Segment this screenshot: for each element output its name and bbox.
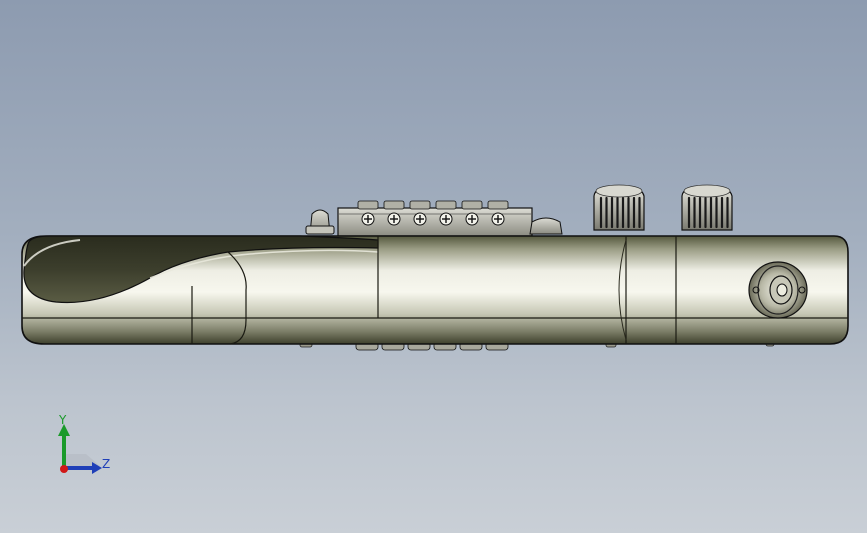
guitar-body[interactable]: [21, 235, 849, 345]
bridge-post-right: [529, 217, 563, 235]
z-axis-label: Z: [102, 457, 111, 471]
orientation-triad[interactable]: Y Z: [40, 410, 130, 480]
knob[interactable]: [681, 184, 733, 231]
triad-origin: [60, 465, 68, 473]
triad-axes: [58, 424, 102, 474]
graphics-viewport[interactable]: Y Z: [0, 0, 867, 533]
y-axis-label: Y: [59, 413, 67, 427]
guitar-body-model[interactable]: [0, 0, 867, 533]
knob[interactable]: [593, 184, 645, 231]
bridge-assembly[interactable]: [305, 200, 563, 237]
output-jack[interactable]: [748, 261, 808, 319]
control-knobs[interactable]: [593, 184, 733, 231]
